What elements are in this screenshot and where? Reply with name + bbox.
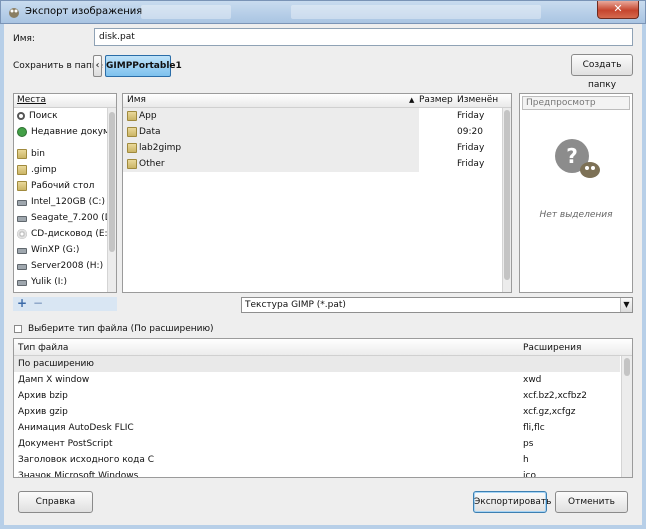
filetype-row[interactable]: Дамп X window xwd [14,372,620,388]
filetype-table-header: Тип файла Расширения [14,339,632,356]
place-bin[interactable]: bin [14,146,116,162]
column-filetype[interactable]: Тип файла [18,343,68,353]
file-list-scrollbar[interactable] [502,108,511,292]
no-preview-icon: ? [555,139,600,178]
filetype-table: Тип файла Расширения По расширению Дамп … [13,338,633,478]
svg-text:?: ? [566,144,578,168]
file-list: Имя ▲ Размер Изменён App Friday Data 09:… [122,93,512,293]
expander-toggle-icon [14,325,22,333]
places-scrollbar[interactable] [107,108,116,292]
place-recent[interactable]: Недавние докум... [14,124,116,140]
drive-icon [17,264,27,270]
filetype-row[interactable]: По расширению [14,356,620,372]
column-name[interactable]: Имя [127,95,146,105]
file-filter-select[interactable]: Текстура GIMP (*.pat) ▼ [241,297,633,313]
places-add-remove-bar: + − [13,296,117,311]
path-button-gimpportable[interactable]: GIMPPortable1 [105,55,182,77]
place-drive-e[interactable]: CD-дисковод (E:) [14,226,116,242]
filename-input[interactable]: disk.pat [94,28,633,46]
export-button[interactable]: Экспортировать [473,491,551,513]
places-scroll-thumb[interactable] [109,112,115,252]
drive-icon [17,280,27,286]
filetype-expander[interactable]: Выберите тип файла (По расширению) [14,323,314,335]
drive-icon [17,216,27,222]
place-drive-d[interactable]: Seagate_7.200 (D:) [14,210,116,226]
place-desktop[interactable]: Рабочий стол [14,178,116,194]
help-button[interactable]: Справка [18,491,93,513]
background-toolbar [141,5,231,19]
gimp-icon [9,8,19,18]
filetype-row[interactable]: Документ PostScript ps [14,436,620,452]
save-in-label: Сохранить в папке [13,61,103,71]
chevron-down-icon: ▼ [620,298,632,312]
filetype-row[interactable]: Значок Microsoft Windows ico [14,468,620,477]
places-pane: Места Поиск Недавние докум... bin .gimp … [13,93,117,293]
filetype-row[interactable]: Архив gzip xcf.gz,xcfgz [14,404,620,420]
name-label: Имя: [13,34,35,44]
cdrom-icon [17,229,27,239]
recent-icon [17,127,27,137]
place-drive-i[interactable]: Yulik (I:) [14,274,116,290]
file-row-data[interactable]: Data 09:20 [123,124,483,140]
search-icon [17,112,25,120]
file-list-header: Имя ▲ Размер Изменён [123,94,511,108]
create-folder-button[interactable]: Создать папку [571,54,633,90]
folder-icon [17,149,27,159]
place-drive-c[interactable]: Intel_120GB (C:) [14,194,116,210]
folder-icon [17,165,27,175]
file-row-lab2gimp[interactable]: lab2gimp Friday [123,140,484,156]
background-menubar [291,5,541,19]
column-size[interactable]: Размер [419,95,453,105]
file-row-app[interactable]: App Friday [123,108,484,124]
filetype-row[interactable]: Архив bzip xcf.bz2,xcfbz2 [14,388,620,404]
close-button[interactable]: ✕ [597,1,639,19]
places-header: Места [14,94,116,108]
column-extensions[interactable]: Расширения [523,343,581,353]
sort-ascending-icon: ▲ [409,96,415,104]
folder-icon [17,181,27,191]
window-title: Экспорт изображения [25,6,143,17]
place-drive-h[interactable]: Server2008 (H:) [14,258,116,274]
filetype-row[interactable]: Анимация AutoDesk FLIC fli,flc [14,420,620,436]
path-toggle-button[interactable]: ‹ [93,55,102,77]
drive-icon [17,248,27,254]
file-row-other[interactable]: Other Friday [123,156,484,172]
preview-header: Предпросмотр [522,96,630,110]
filetype-scroll-thumb[interactable] [624,358,630,376]
folder-icon [127,159,137,169]
add-bookmark-button[interactable]: + [17,296,27,310]
drive-icon [17,200,27,206]
no-selection-text: Нет выделения [539,210,613,220]
title-bar: Экспорт изображения ✕ [0,0,646,24]
file-list-scroll-thumb[interactable] [504,110,510,280]
place-search[interactable]: Поиск [14,108,116,124]
remove-bookmark-button[interactable]: − [33,296,43,310]
folder-icon [127,143,137,153]
column-modified[interactable]: Изменён [457,95,498,105]
place-drive-g[interactable]: WinXP (G:) [14,242,116,258]
preview-pane: Предпросмотр ? Нет выделения [519,93,633,293]
place-gimp[interactable]: .gimp [14,162,116,178]
folder-icon [127,111,137,121]
filetype-row[interactable]: Заголовок исходного кода C h [14,452,620,468]
cancel-button[interactable]: Отменить [555,491,628,513]
folder-icon [127,127,137,137]
filetype-scrollbar[interactable] [621,356,632,477]
